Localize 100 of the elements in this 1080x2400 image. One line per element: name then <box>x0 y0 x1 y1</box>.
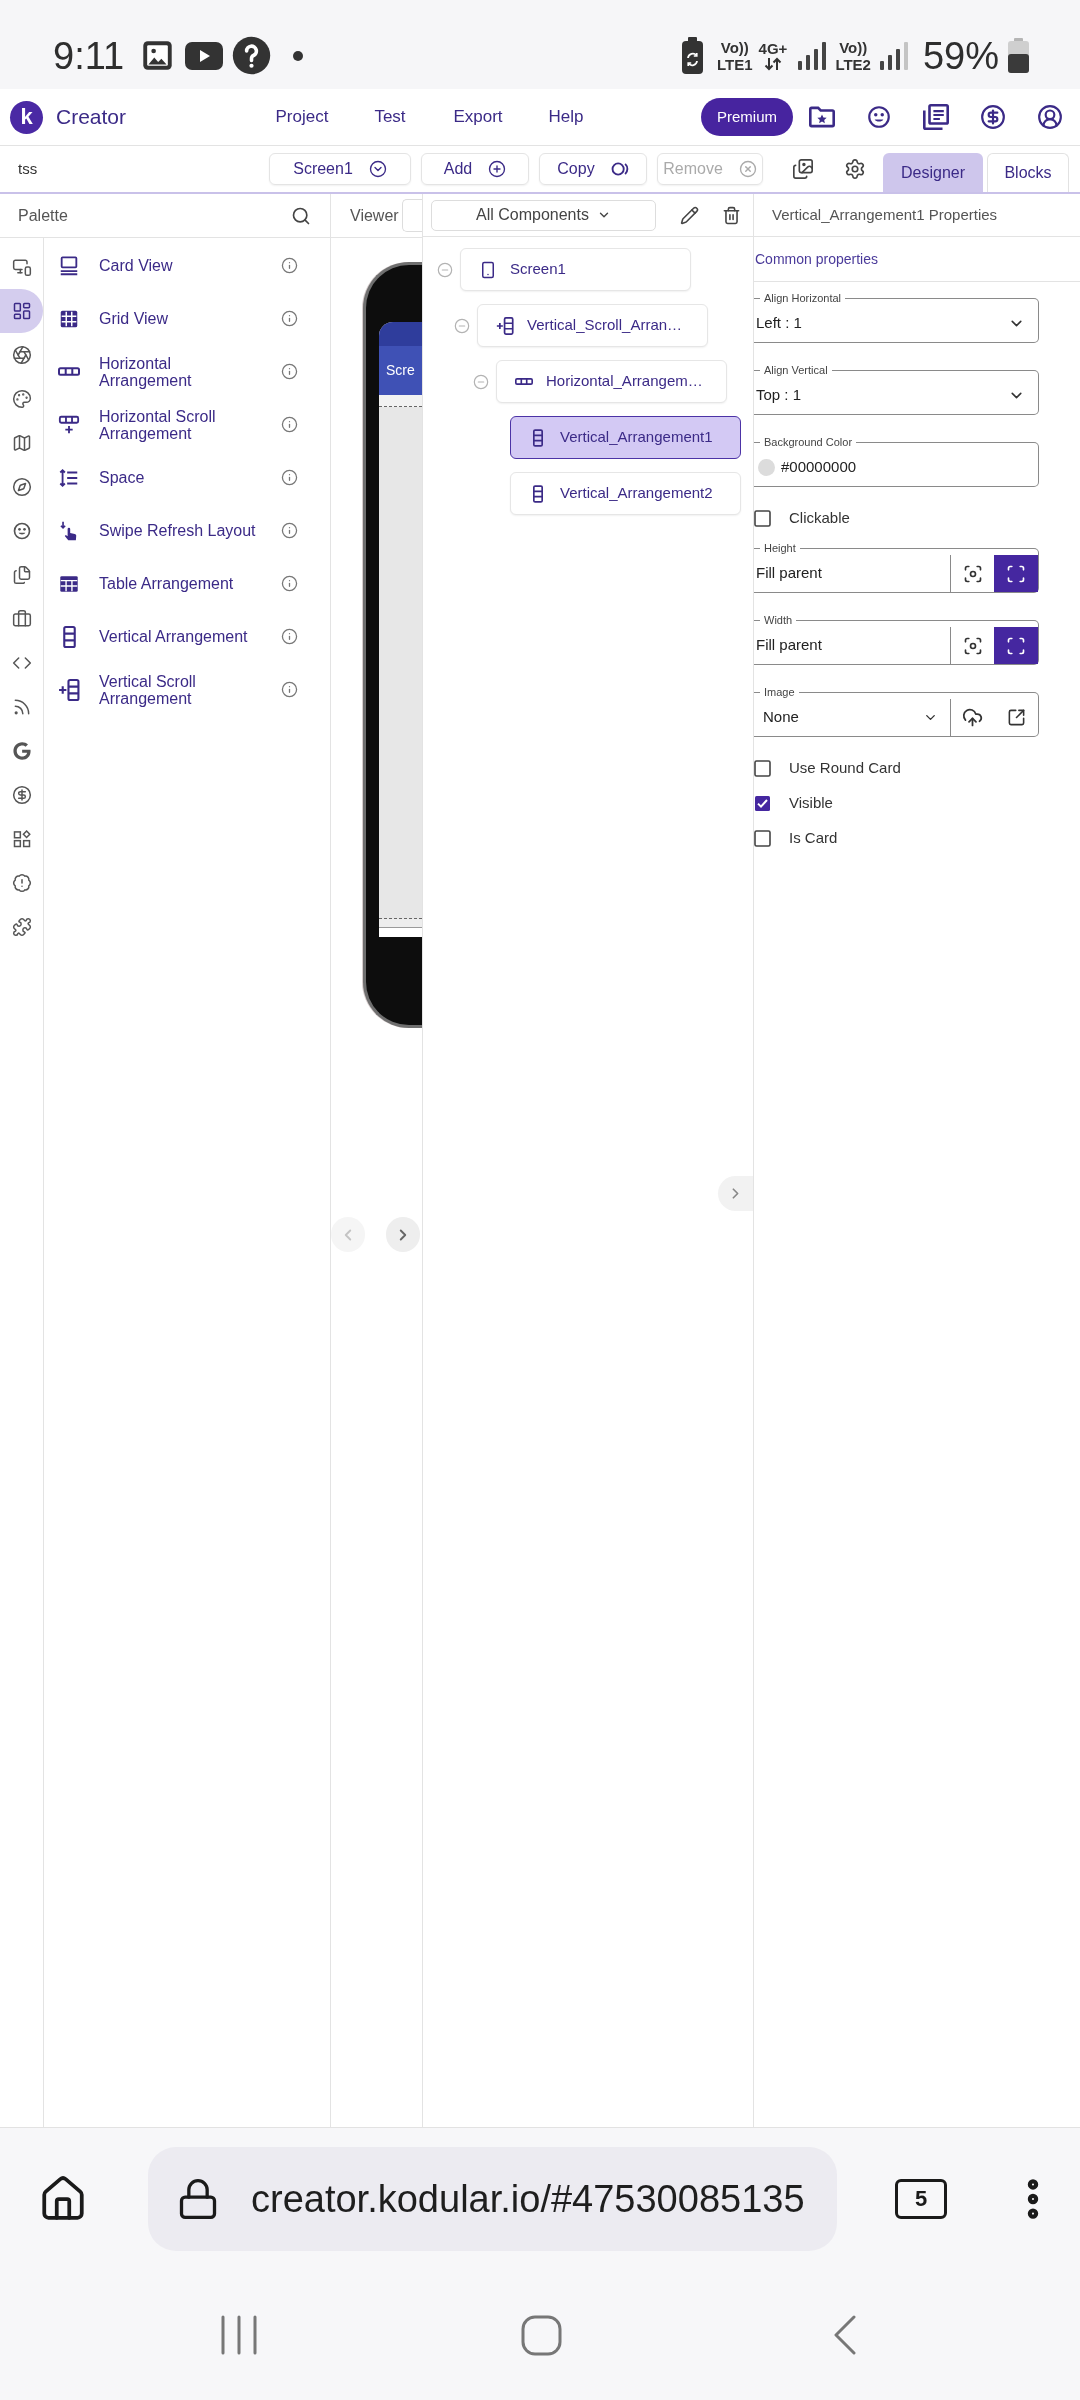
tree-item[interactable]: Vertical_Arrangement2 <box>510 472 741 515</box>
tree-item[interactable]: Vertical_Arrangement1 <box>510 416 741 459</box>
color-field[interactable]: Background Color #00000000 <box>754 435 1039 487</box>
cloud-upload-icon[interactable] <box>962 707 983 728</box>
search-icon[interactable] <box>291 205 311 226</box>
settings-icon[interactable] <box>844 158 866 180</box>
tree-item[interactable]: Screen1 <box>460 248 691 291</box>
next-button[interactable] <box>386 1217 420 1252</box>
info-icon[interactable] <box>281 469 298 486</box>
panel-title: Vertical_Arrangement1 Properties <box>772 204 998 225</box>
plus-vertical-cells-icon <box>58 678 80 701</box>
puzzle-icon <box>11 917 32 937</box>
palette-item[interactable]: Swipe Refresh Layout <box>99 522 256 539</box>
info-icon[interactable] <box>281 363 298 380</box>
signal-icon <box>797 40 828 71</box>
palette-item[interactable]: Horizontal Scroll Arrangement <box>99 407 261 442</box>
info-icon[interactable] <box>281 628 298 645</box>
field-label: Width <box>763 613 794 627</box>
menu-item[interactable]: Help <box>548 104 584 130</box>
palette-item[interactable]: Horizontal Arrangement <box>99 354 261 389</box>
folder-star-icon[interactable] <box>809 106 835 128</box>
info-icon[interactable] <box>281 522 298 539</box>
expand-mode-button[interactable] <box>994 627 1038 664</box>
size-field[interactable]: Height Fill parent <box>754 541 1039 593</box>
toolbar-button[interactable]: Copy <box>539 153 647 185</box>
premium-button[interactable]: Premium <box>701 98 793 136</box>
checkbox[interactable] <box>754 829 771 847</box>
pencil-icon[interactable] <box>680 205 699 225</box>
category-tab[interactable] <box>0 289 43 333</box>
address-bar[interactable]: creator.kodular.io/#47530085135 <box>148 2147 837 2251</box>
dropdown-field[interactable]: Align Vertical Top : 1 <box>754 363 1039 415</box>
recent-apps-icon[interactable] <box>220 2315 258 2355</box>
tree-item[interactable]: Vertical_Scroll_Arran… <box>477 304 708 347</box>
palette-item[interactable]: Table Arrangement <box>99 575 234 592</box>
palette-item[interactable]: Grid View <box>99 310 169 327</box>
menu-item[interactable]: Test <box>374 104 406 130</box>
image-field[interactable]: Image None <box>754 685 1039 737</box>
checkbox-label: Is Card <box>789 827 838 848</box>
palette-item[interactable]: Card View <box>99 257 173 274</box>
home-button-icon[interactable] <box>521 2314 562 2356</box>
palette-item[interactable]: Vertical Arrangement <box>99 628 248 645</box>
app-logo[interactable]: k <box>10 100 43 134</box>
filter-dropdown[interactable]: All Components <box>431 199 656 231</box>
palette-icon <box>11 389 32 409</box>
palette-item[interactable]: Vertical Scroll Arrangement <box>99 672 261 707</box>
battery-icon <box>1007 37 1030 74</box>
image-library-icon[interactable] <box>792 158 814 180</box>
plus-circle-icon <box>488 160 507 178</box>
vertical-cells-icon <box>533 484 543 503</box>
toolbar-button[interactable]: Add <box>421 153 529 185</box>
library-icon[interactable] <box>923 104 949 130</box>
expand-mode-button[interactable] <box>994 555 1038 592</box>
info-icon[interactable] <box>281 416 298 433</box>
color-swatch-icon <box>758 459 775 476</box>
expand-icon <box>1006 635 1026 656</box>
field-label: Align Horizontal <box>763 291 843 305</box>
network-label: LTE2 <box>835 55 871 73</box>
map-icon <box>11 433 32 453</box>
checkbox[interactable] <box>754 759 771 777</box>
user-icon[interactable] <box>1037 104 1063 130</box>
tab[interactable]: Blocks <box>987 153 1069 192</box>
face-icon <box>11 521 32 541</box>
open-external-icon[interactable] <box>1006 708 1026 727</box>
tab[interactable]: Designer <box>883 153 983 192</box>
url-text[interactable]: creator.kodular.io/#47530085135 <box>251 2170 805 2228</box>
video-play-icon <box>185 41 224 70</box>
app-title: Creator <box>56 105 127 129</box>
dropdown-field[interactable] <box>402 199 422 232</box>
info-icon[interactable] <box>281 310 298 327</box>
line-spacing-icon <box>58 466 80 489</box>
info-icon[interactable] <box>281 681 298 698</box>
battery-percent: 59% <box>922 36 999 75</box>
dropdown-field[interactable]: Align Horizontal Left : 1 <box>754 291 1039 343</box>
documents-icon <box>11 565 32 585</box>
plus-horizontal-cells-icon <box>58 413 80 436</box>
tree-item[interactable]: Horizontal_Arrangem… <box>496 360 727 403</box>
dashboard-icon <box>11 301 32 321</box>
checkbox[interactable] <box>754 794 771 812</box>
gallery-icon <box>142 40 174 71</box>
checkbox[interactable] <box>754 509 771 527</box>
tab-count-button[interactable]: 5 <box>895 2179 947 2219</box>
menu-item[interactable]: Export <box>453 104 503 130</box>
back-icon[interactable] <box>833 2315 857 2355</box>
size-field[interactable]: Width Fill parent <box>754 613 1039 665</box>
palette-item[interactable]: Space <box>99 469 145 486</box>
trash-icon[interactable] <box>722 205 741 225</box>
circle-arc-icon <box>610 162 629 176</box>
phone-icon <box>479 260 497 279</box>
menu-item[interactable]: Project <box>275 104 329 130</box>
info-icon[interactable] <box>281 257 298 274</box>
focus-icon <box>962 635 983 656</box>
card-view-icon <box>58 254 80 277</box>
toolbar-button[interactable]: Screen1 <box>269 153 411 185</box>
briefcase-icon <box>11 609 32 629</box>
alert-badge-icon <box>11 873 32 893</box>
dollar-icon[interactable] <box>980 104 1006 130</box>
aperture-icon <box>11 345 32 365</box>
face-icon[interactable] <box>866 104 892 130</box>
signal-icon <box>878 40 909 71</box>
info-icon[interactable] <box>281 575 298 592</box>
